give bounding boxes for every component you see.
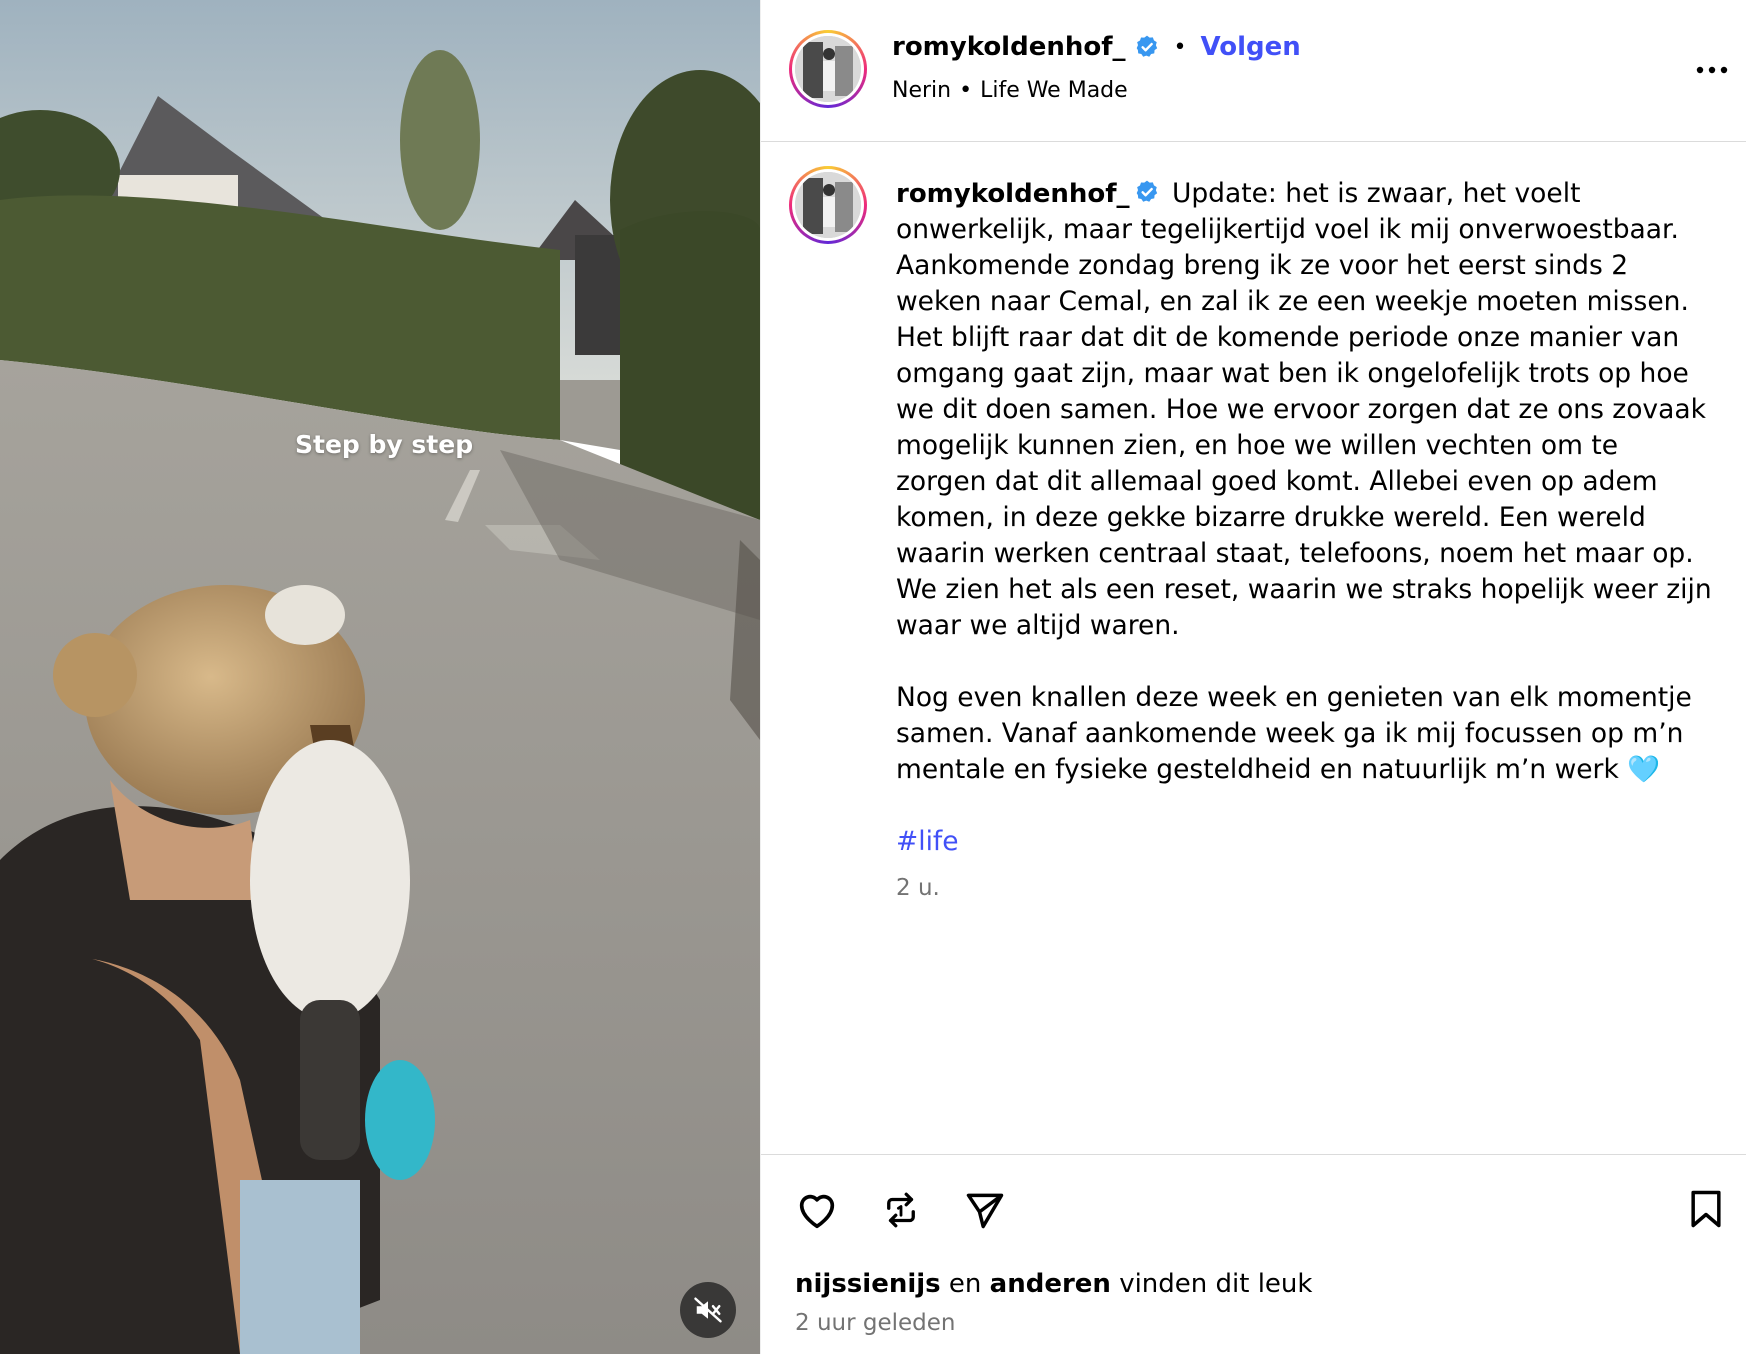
likes-summary: nijssienijs en anderen vinden dit leuk (795, 1269, 1312, 1299)
action-bar (793, 1186, 1009, 1234)
caption-text-1: Update: het is zwaar, het voelt onwerkel… (896, 178, 1712, 641)
header-title-row: romykoldenhof_ • Volgen (892, 32, 1301, 62)
post-header: romykoldenhof_ • Volgen Nerin • Life We Ma… (761, 0, 1746, 142)
audio-artist: Nerin (892, 78, 952, 103)
video-overlay-text: Step by step (295, 430, 474, 459)
audio-separator: • (959, 78, 973, 103)
likes-suffix: vinden dit leuk (1119, 1269, 1313, 1299)
repost-button[interactable] (877, 1186, 925, 1234)
share-button[interactable] (961, 1186, 1009, 1234)
audio-title: Life We Made (980, 78, 1128, 103)
more-options-button[interactable] (1692, 50, 1732, 90)
hashtag-link[interactable]: #life (896, 824, 1716, 860)
post-details-panel: romykoldenhof_ • Volgen Nerin • Life We Ma… (760, 0, 1746, 1354)
bookmark-icon (1691, 1190, 1721, 1228)
caption-username[interactable]: romykoldenhof_ (896, 179, 1130, 209)
repost-icon (887, 1192, 915, 1228)
post-footer: nijssienijs en anderen vinden dit leuk 2… (761, 1154, 1746, 1354)
header-separator: • (1173, 34, 1187, 60)
post-timestamp[interactable]: 2 uur geleden (795, 1310, 955, 1336)
caption-avatar[interactable] (789, 166, 867, 244)
save-button[interactable] (1684, 1186, 1732, 1234)
post-caption: romykoldenhof_ Update: het is zwaar, het… (896, 176, 1716, 906)
header-username[interactable]: romykoldenhof_ (892, 32, 1126, 62)
likes-user-link[interactable]: nijssienijs (795, 1269, 941, 1299)
mute-toggle-button[interactable] (680, 1282, 736, 1338)
caption-avatar-image (795, 172, 861, 238)
more-options-icon (1696, 66, 1728, 74)
likes-and: en (948, 1269, 982, 1299)
post-video[interactable]: Step by step (0, 0, 760, 1354)
caption-timestamp[interactable]: 2 u. (896, 870, 1716, 906)
verified-badge-icon (1136, 35, 1157, 57)
likes-others-link[interactable]: anderen (990, 1269, 1111, 1299)
avatar[interactable] (789, 30, 867, 108)
like-button[interactable] (793, 1186, 841, 1234)
avatar-image (795, 36, 861, 102)
caption-paragraph-2: Nog even knallen deze week en genieten v… (896, 682, 1692, 785)
audio-attribution[interactable]: Nerin • Life We Made (892, 78, 1128, 103)
heart-icon (799, 1194, 835, 1229)
follow-button[interactable]: Volgen (1201, 32, 1301, 62)
video-frame-illustration (0, 0, 760, 1354)
send-icon (966, 1193, 1004, 1229)
verified-badge-icon (1136, 180, 1157, 202)
caption-area: romykoldenhof_ Update: het is zwaar, het… (761, 142, 1746, 1154)
caption-paragraph-1: romykoldenhof_ Update: het is zwaar, het… (896, 176, 1716, 644)
post-view: Step by step romykoldenhof_ • Volgen Ner… (0, 0, 1746, 1354)
speaker-muted-icon (694, 1297, 722, 1323)
